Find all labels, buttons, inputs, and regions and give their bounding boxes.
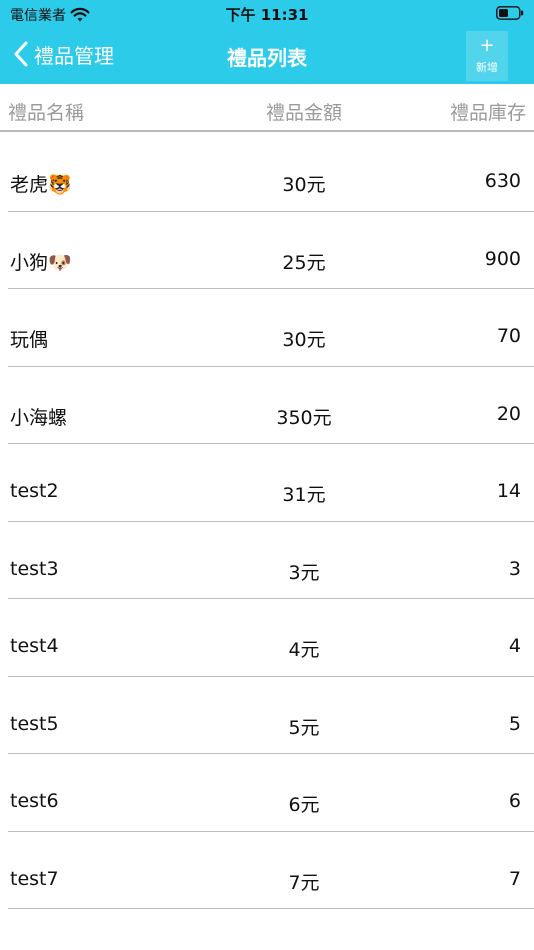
gift-price: 4元 bbox=[288, 639, 320, 661]
gift-price: 3元 bbox=[288, 561, 320, 584]
gift-stock: 900 bbox=[484, 247, 521, 270]
table-header: 禮品名稱 禮品金額 禮品庫存 bbox=[0, 84, 534, 132]
back-button-label: 禮品管理 bbox=[34, 43, 114, 68]
add-button-label: 新增 bbox=[476, 61, 498, 74]
gift-list: 老虎🐯 30元 630 小狗🐶 25元 900 玩偶 30元 70 小海螺 35… bbox=[0, 134, 534, 909]
gift-stock: 20 bbox=[496, 402, 521, 425]
gift-stock: 14 bbox=[496, 480, 521, 502]
table-row[interactable]: test4 4元 4 bbox=[0, 599, 534, 677]
back-button[interactable]: 禮品管理 bbox=[14, 38, 114, 70]
table-row[interactable]: test3 3元 3 bbox=[0, 522, 534, 600]
plus-icon: + bbox=[479, 35, 495, 56]
gift-stock: 7 bbox=[508, 867, 521, 890]
navigation-bar: 禮品管理 禮品列表 + 新增 bbox=[0, 28, 534, 84]
gift-stock: 70 bbox=[496, 325, 521, 347]
gift-price: 7元 bbox=[288, 871, 320, 894]
status-time: 下午 11:31 bbox=[225, 6, 309, 24]
table-row[interactable]: 老虎🐯 30元 630 bbox=[0, 134, 534, 212]
table-row[interactable]: 小海螺 350元 20 bbox=[0, 367, 534, 445]
gift-price: 30元 bbox=[282, 174, 326, 196]
gift-stock: 630 bbox=[484, 170, 521, 192]
gift-price: 5元 bbox=[288, 716, 320, 739]
table-row[interactable]: test7 7元 7 bbox=[0, 832, 534, 910]
gift-price: 30元 bbox=[282, 329, 326, 351]
gift-price: 25元 bbox=[282, 251, 326, 274]
table-row[interactable]: 小狗🐶 25元 900 bbox=[0, 212, 534, 290]
chevron-left-icon bbox=[14, 41, 28, 67]
header-gift-stock: 禮品庫存 bbox=[449, 102, 526, 124]
gift-price: 6元 bbox=[288, 794, 320, 816]
top-bar: 電信業者 下午 11:31 禮品管理 禮品列表 + 新增 bbox=[0, 0, 534, 84]
battery-icon bbox=[496, 6, 524, 20]
table-row[interactable]: 玩偶 30元 70 bbox=[0, 289, 534, 367]
gift-stock: 5 bbox=[508, 712, 521, 735]
gift-stock: 6 bbox=[508, 790, 521, 812]
table-row[interactable]: test5 5元 5 bbox=[0, 677, 534, 755]
gift-stock: 3 bbox=[508, 557, 521, 580]
gift-stock: 4 bbox=[508, 635, 521, 657]
gift-price: 31元 bbox=[282, 484, 326, 506]
status-bar: 電信業者 下午 11:31 bbox=[0, 0, 534, 28]
add-gift-button[interactable]: + 新增 bbox=[466, 31, 508, 81]
table-row[interactable]: test2 31元 14 bbox=[0, 444, 534, 522]
table-row[interactable]: test6 6元 6 bbox=[0, 754, 534, 832]
gift-price: 350元 bbox=[276, 406, 332, 429]
